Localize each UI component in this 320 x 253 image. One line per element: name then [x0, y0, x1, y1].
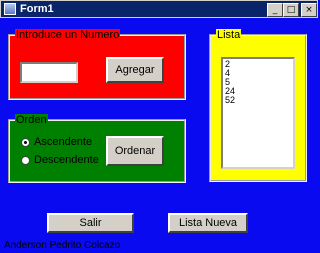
title-bar[interactable]: Form1 _ □ × — [0, 0, 318, 18]
radio-ascendente-label: Ascendente — [34, 136, 93, 148]
frame-introduce-numero: Introduce un Numero Agregar — [8, 29, 186, 100]
frame-lista-label: Lista — [216, 29, 242, 41]
ordenar-button[interactable]: Ordenar — [106, 136, 164, 166]
agregar-button-label: Agregar — [115, 64, 155, 76]
list-item[interactable]: 52 — [225, 96, 291, 105]
maximize-button[interactable]: □ — [283, 3, 299, 17]
radio-selected-dot — [24, 140, 27, 144]
salir-button[interactable]: Salir — [47, 213, 134, 233]
agregar-button[interactable]: Agregar — [106, 57, 164, 83]
lista-nueva-button-label: Lista Nueva — [178, 217, 238, 229]
list-items-container: 2 4 5 24 52 — [225, 60, 291, 105]
salir-button-label: Salir — [79, 217, 102, 229]
frame-lista: Lista 2 4 5 24 52 — [209, 29, 307, 182]
radio-descendente[interactable]: Descendente — [21, 154, 99, 166]
radio-descendente-circle[interactable] — [21, 155, 30, 165]
radio-ascendente-circle[interactable] — [21, 137, 30, 147]
author-label: Anderson Pedrito Colcazo — [4, 240, 121, 251]
close-button[interactable]: × — [301, 3, 317, 17]
lista-nueva-button[interactable]: Lista Nueva — [168, 213, 248, 233]
radio-descendente-label: Descendente — [34, 154, 99, 166]
frame-introduce-numero-label: Introduce un Numero — [15, 29, 121, 41]
window-title: Form1 — [20, 3, 54, 15]
radio-ascendente[interactable]: Ascendente — [21, 136, 92, 148]
minimize-button[interactable]: _ — [267, 3, 283, 17]
ordenar-button-label: Ordenar — [114, 145, 156, 157]
app-icon — [4, 3, 16, 15]
list-item[interactable]: 2 — [225, 60, 291, 69]
frame-orden-label: Orden — [15, 114, 48, 126]
list-item[interactable]: 4 — [225, 69, 291, 78]
numbers-listbox[interactable]: 2 4 5 24 52 — [221, 57, 295, 169]
number-input[interactable] — [20, 62, 78, 83]
frame-orden: Orden Ascendente Descendente Ordenar — [8, 114, 186, 183]
